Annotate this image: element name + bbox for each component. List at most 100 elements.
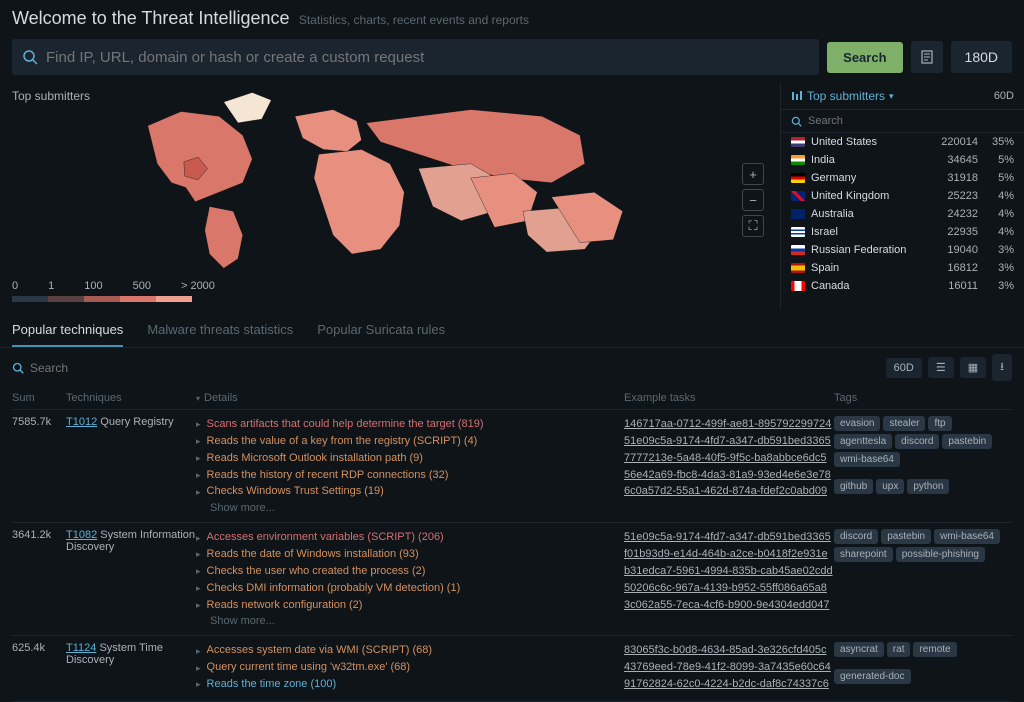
detail-item[interactable]: ▸Scans artifacts that could help determi… [196,416,484,433]
tag[interactable]: remote [913,642,956,657]
task-link[interactable]: 83065f3c-b0d8-4634-85ad-3e326cfd405c [624,642,834,659]
tag[interactable]: pastebin [881,529,931,544]
detail-item[interactable]: ▸Accesses environment variables (SCRIPT)… [196,529,460,546]
task-link[interactable]: 7777213e-5a48-40f5-9f5c-ba8abbce6dc5 [624,450,834,467]
tag[interactable]: wmi-base64 [934,529,1000,544]
flag-icon [791,155,805,165]
col-tags[interactable]: Tags [834,392,1012,404]
task-link[interactable]: 50206c6c-967a-4139-b952-55ff086a65a8 [624,580,834,597]
page-subtitle: Statistics, charts, recent events and re… [299,13,529,27]
tab[interactable]: Malware threats statistics [147,314,293,347]
reports-icon[interactable] [911,41,943,73]
tag[interactable]: python [907,479,949,494]
col-tech[interactable]: Techniques [66,392,196,404]
detail-item[interactable]: ▸Checks Windows Trust Settings (19) [196,483,484,500]
tag[interactable]: possible-phishing [896,547,985,562]
show-more[interactable]: Show more... [196,615,460,627]
country-row[interactable]: Spain168123% [781,259,1024,277]
detail-item[interactable]: ▸Reads the value of a key from the regis… [196,433,484,450]
task-link[interactable]: b31edca7-5961-4994-835b-cab45ae02cdd [624,563,834,580]
col-tasks[interactable]: Example tasks [624,392,834,404]
country-row[interactable]: Canada160113% [781,277,1024,295]
zoom-in-icon[interactable]: + [742,163,764,185]
detail-item[interactable]: ▸Checks the user who created the process… [196,563,460,580]
technique-id[interactable]: T1012 [66,416,97,428]
country-row[interactable]: Russian Federation190403% [781,241,1024,259]
detail-item[interactable]: ▸Reads the history of recent RDP connect… [196,467,484,484]
country-row[interactable]: Germany319185% [781,169,1024,187]
tag[interactable]: rat [887,642,911,657]
tab[interactable]: Popular techniques [12,314,123,347]
country-name: Australia [811,208,924,220]
country-name: United Kingdom [811,190,924,202]
tag[interactable]: asyncrat [834,642,884,657]
country-row[interactable]: Australia242324% [781,205,1024,223]
tag[interactable]: github [834,479,873,494]
tab[interactable]: Popular Suricata rules [317,314,445,347]
country-row[interactable]: Israel229354% [781,223,1024,241]
search-button[interactable]: Search [827,42,902,73]
world-map[interactable] [12,83,768,273]
tag[interactable]: evasion [834,416,880,431]
period-selector[interactable]: 180D [951,41,1012,73]
table-search-input[interactable] [30,361,878,375]
task-link[interactable]: 56e42a69-fbc8-4da3-81a9-93ed4e6e3e78 [624,467,834,484]
search-input-wrap[interactable] [12,39,819,75]
task-link[interactable]: f01b93d9-e14d-464b-a2ce-b0418f2e931e [624,546,834,563]
tag[interactable]: agenttesla [834,434,892,449]
tag[interactable]: stealer [883,416,925,431]
technique-id[interactable]: T1124 [66,642,96,654]
caret-right-icon: ▸ [196,599,201,611]
detail-item[interactable]: ▸Query current time using 'w32tm.exe' (6… [196,659,432,676]
list-view-icon[interactable]: ☰ [928,357,954,378]
task-link[interactable]: 43769eed-78e9-41f2-8099-3a7435e60c64 [624,659,834,676]
detail-item[interactable]: ▸Checks DMI information (probably VM det… [196,580,460,597]
detail-item[interactable]: ▸Accesses system date via WMI (SCRIPT) (… [196,642,432,659]
zoom-out-icon[interactable]: − [742,189,764,211]
detail-item[interactable]: ▸Reads network configuration (2) [196,597,460,614]
country-row[interactable]: United Kingdom252234% [781,187,1024,205]
technique-id[interactable]: T1082 [66,529,97,541]
tag[interactable]: sharepoint [834,547,893,562]
download-icon[interactable]: ⭳ [992,354,1012,381]
detail-item[interactable]: ▸Reads Microsoft Outlook installation pa… [196,450,484,467]
col-details[interactable]: ▾Details [196,392,624,404]
tag-group: discordpastebinwmi-base64 sharepointpossi… [834,529,1012,562]
task-link[interactable]: 51e09c5a-9174-4fd7-a347-db591bed3365 [624,529,834,546]
country-name: Israel [811,226,924,238]
task-link[interactable]: 51e09c5a-9174-4fd7-a347-db591bed3365 [624,433,834,450]
task-link[interactable]: 6c0a57d2-55a1-462d-874a-fdef2c0abd09 [624,483,834,500]
tag[interactable]: discord [834,529,878,544]
tag[interactable]: upx [876,479,904,494]
country-pct: 4% [984,208,1014,220]
flag-icon [791,173,805,183]
country-name: Germany [811,172,924,184]
show-more[interactable]: Show more... [196,502,484,514]
page-title: Welcome to the Threat Intelligence [12,8,290,28]
side-search-input[interactable] [808,115,1014,127]
search-input[interactable] [46,49,809,66]
tag-group: generated-doc [834,669,1012,684]
tag[interactable]: ftp [928,416,951,431]
detail-item[interactable]: ▸Reads the date of Windows installation … [196,546,460,563]
col-sum[interactable]: Sum [12,392,66,404]
caret-right-icon: ▸ [196,532,201,544]
grid-view-icon[interactable]: ▦ [960,357,986,378]
table-period[interactable]: 60D [886,358,922,378]
tag[interactable]: pastebin [942,434,992,449]
task-link[interactable]: 146717aa-0712-499f-ae81-895792299724 [624,416,834,433]
tag[interactable]: discord [895,434,939,449]
country-row[interactable]: India346455% [781,151,1024,169]
detail-item[interactable]: ▸Reads the time zone (100) [196,676,432,693]
tag[interactable]: generated-doc [834,669,911,684]
caret-right-icon: ▸ [196,678,201,690]
task-link[interactable]: 3c062a55-7eca-4cf6-b900-9e4304edd047 [624,597,834,614]
task-link[interactable]: 91762824-62c0-4224-b2dc-daf8c74337c6 [624,676,834,693]
side-panel-selector[interactable]: Top submitters ▾ [791,89,894,103]
country-count: 25223 [930,190,978,202]
side-period[interactable]: 60D [994,90,1014,102]
tag-group: evasionstealerftp agenttesladiscordpasteb… [834,416,1012,467]
country-row[interactable]: United States22001435% [781,133,1024,151]
fullscreen-icon[interactable]: ⛶ [742,215,764,237]
tag[interactable]: wmi-base64 [834,452,900,467]
